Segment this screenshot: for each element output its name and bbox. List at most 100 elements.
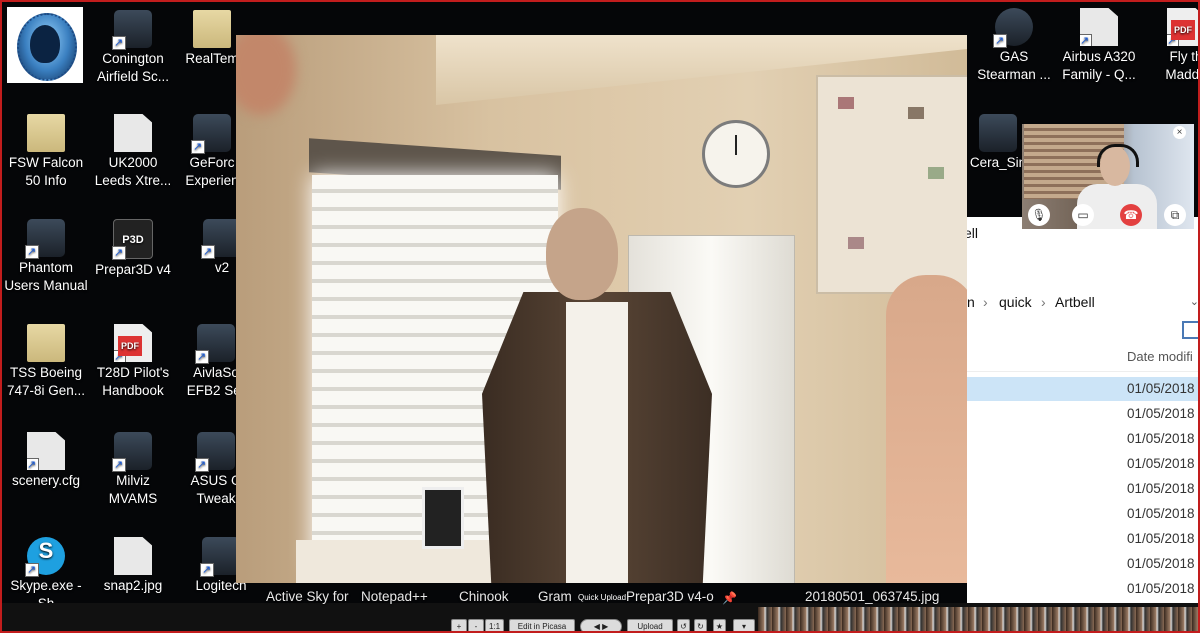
video-camera-icon[interactable]: ▭: [1072, 204, 1094, 226]
skype-icon: [25, 537, 65, 579]
edit-in-picasa-button[interactable]: Edit in Picasa: [509, 619, 575, 631]
breadcrumb-item-artbell[interactable]: Artbell: [1055, 294, 1095, 310]
folder-icon: [193, 10, 231, 48]
photo-frame: [422, 487, 464, 549]
column-header-label: Date modifi: [1127, 349, 1193, 364]
taskbar-label[interactable]: Chinook: [459, 589, 509, 604]
date-cell: 01/05/2018: [1127, 481, 1195, 496]
close-icon[interactable]: ×: [1173, 126, 1186, 139]
zoom-out-button[interactable]: -: [468, 619, 484, 631]
file-row[interactable]: 01/05/2018: [967, 427, 1198, 451]
upload-button[interactable]: Upload: [627, 619, 673, 631]
app-icon: [112, 10, 152, 52]
person: [482, 202, 712, 583]
app-icon: [979, 114, 1017, 152]
desktop-icon-label: Prepar3D v4: [95, 262, 171, 277]
actual-size-button[interactable]: 1:1: [485, 619, 504, 631]
desktop-icon-label: FSW Falcon 50 Info: [8, 155, 84, 188]
date-cell: 01/05/2018: [1127, 581, 1195, 596]
self-view-pip[interactable]: × 🎙 ▭ ☎ ⧉: [1022, 124, 1194, 229]
taskbar-label[interactable]: Prepar3D v4-o: [626, 589, 714, 604]
app-icon: [195, 432, 235, 474]
pdf-icon: [114, 324, 152, 362]
wall-clock: [702, 120, 770, 188]
desktop: Conington Airfield Sc... RealTem FSW Fal…: [0, 0, 1200, 633]
date-cell: 01/05/2018: [1127, 381, 1195, 396]
rotate-right-icon[interactable]: ↻: [694, 619, 707, 631]
file-icon: [27, 432, 65, 470]
image-file-icon: [114, 537, 152, 575]
file-explorer-window: ell n › quick › Artbell ⌄ Date modifi 01…: [964, 217, 1198, 603]
file-row[interactable]: 01/05/2018: [967, 577, 1198, 601]
end-call-icon[interactable]: ☎: [1120, 204, 1142, 226]
hand: [886, 275, 967, 583]
file-row[interactable]: 01/05/2018: [967, 552, 1198, 576]
taskbar-label[interactable]: Active Sky for: [266, 589, 349, 604]
desktop-icon-label: Conington Airfield Sc...: [96, 51, 170, 84]
quick-upload-label: Quick Upload: [578, 593, 627, 602]
date-cell: 01/05/2018: [1127, 506, 1195, 521]
file-row[interactable]: 01/05/2018: [967, 527, 1198, 551]
desktop-icon-phantom[interactable]: Phantom Users Manual: [2, 219, 90, 295]
desktop-icon-fsw-falcon[interactable]: FSW Falcon 50 Info: [2, 114, 90, 190]
desktop-icon-milviz[interactable]: Milviz MVAMS: [89, 432, 177, 508]
file-icon: [1080, 8, 1118, 46]
desktop-icon-skype[interactable]: Skype.exe - Sh: [2, 537, 90, 613]
app-icon: [25, 219, 65, 261]
taskbar-label[interactable]: Gram: [538, 589, 572, 604]
file-row[interactable]: 01/05/2018: [967, 377, 1198, 401]
chevron-right-icon: ›: [983, 294, 988, 310]
app-icon: [195, 324, 235, 366]
breadcrumb-item-quick[interactable]: quick: [999, 294, 1032, 310]
pdf-icon: [1167, 8, 1198, 46]
desktop-icon-uk2000[interactable]: UK2000 Leeds Xtre...: [89, 114, 177, 190]
star-icon[interactable]: ★: [713, 619, 726, 631]
desktop-icon-gas-stearman[interactable]: GAS Stearman ...: [970, 8, 1058, 84]
alien-logo-icon[interactable]: [7, 7, 83, 83]
app-icon: [993, 8, 1033, 50]
details-view-icon[interactable]: [1182, 321, 1198, 339]
desktop-icon-label: Phantom Users Manual: [4, 260, 88, 293]
column-header-date-modified[interactable]: Date modifi: [967, 341, 1198, 372]
taskbar: Active Sky for Notepad++ Chinook Gram Pr…: [2, 589, 1198, 631]
desktop-icon-fly-the-maddog[interactable]: Fly th Maddo: [1142, 8, 1200, 84]
desktop-icon-scenery[interactable]: scenery.cfg: [2, 432, 90, 490]
taskbar-label[interactable]: Notepad++: [361, 589, 428, 604]
breadcrumb-item[interactable]: n: [967, 294, 975, 310]
notice-board: [816, 75, 967, 294]
desktop-icon-prepar3d[interactable]: Prepar3D v4: [89, 219, 177, 279]
desktop-icon-label: snap2.jpg: [103, 578, 163, 593]
file-row[interactable]: 01/05/2018: [967, 402, 1198, 426]
desktop-icon-label: Fly th Maddo: [1165, 49, 1200, 82]
file-row[interactable]: 01/05/2018: [967, 477, 1198, 501]
file-row[interactable]: 01/05/2018: [967, 502, 1198, 526]
rotate-left-icon[interactable]: ↺: [677, 619, 690, 631]
app-icon: [191, 114, 231, 156]
date-cell: 01/05/2018: [1127, 406, 1195, 421]
photo-filmstrip[interactable]: [758, 607, 1198, 631]
dropdown-icon[interactable]: ▾: [733, 619, 755, 631]
desktop-icon-conington[interactable]: Conington Airfield Sc...: [89, 10, 177, 86]
desktop-icon-label: T28D Pilot's Handbook: [96, 365, 170, 398]
play-button[interactable]: ◀ ▶: [580, 619, 622, 631]
breadcrumb: n › quick › Artbell: [967, 291, 1198, 315]
desktop-icon-label: TSS Boeing 747-8i Gen...: [6, 365, 86, 398]
date-cell: 01/05/2018: [1127, 456, 1195, 471]
app-icon: [112, 432, 152, 474]
restore-window-icon[interactable]: ⧉: [1164, 204, 1186, 226]
desktop-icon-airbus[interactable]: Airbus A320 Family - Q...: [1055, 8, 1143, 84]
chevron-down-icon[interactable]: ⌄: [1190, 295, 1198, 308]
zoom-in-button[interactable]: +: [451, 619, 467, 631]
pin-icon[interactable]: 📌: [722, 591, 737, 605]
desktop-icon-t28d[interactable]: T28D Pilot's Handbook: [89, 324, 177, 400]
p3d-icon: [112, 219, 153, 262]
file-icon: [114, 114, 152, 152]
microphone-icon[interactable]: 🎙: [1028, 204, 1050, 226]
video-call-main-feed: [236, 35, 967, 583]
file-row[interactable]: 01/05/2018: [967, 452, 1198, 476]
folder-icon: [27, 324, 65, 362]
taskbar-label[interactable]: 20180501_063745.jpg: [805, 589, 939, 604]
desktop-icon-tss-boeing[interactable]: TSS Boeing 747-8i Gen...: [2, 324, 90, 400]
desktop-icon-snap2[interactable]: snap2.jpg: [89, 537, 177, 595]
date-cell: 01/05/2018: [1127, 556, 1195, 571]
